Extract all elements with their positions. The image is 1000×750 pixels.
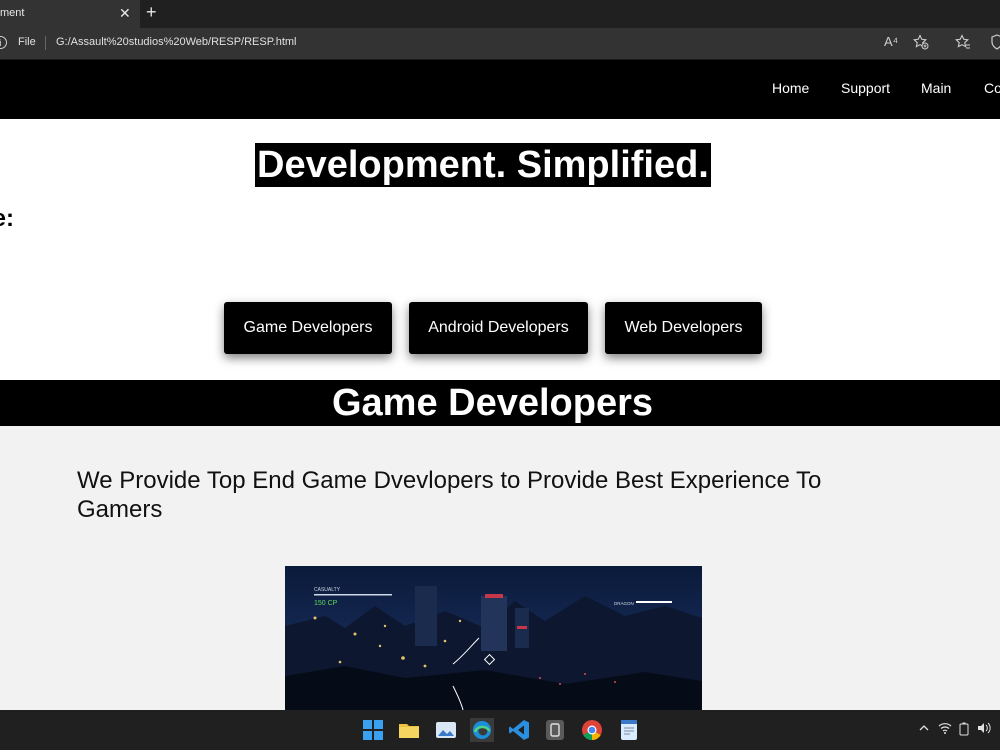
notepad-icon[interactable] bbox=[617, 718, 641, 742]
favorite-add-icon[interactable] bbox=[912, 34, 929, 53]
section-description: We Provide Top End Game Dvevlopers to Pr… bbox=[77, 467, 822, 523]
tab-title: ment bbox=[0, 7, 25, 19]
hud-label: CASUALTY bbox=[314, 587, 341, 593]
game-developers-button[interactable]: Game Developers bbox=[224, 302, 392, 354]
chrome-icon[interactable] bbox=[580, 718, 604, 742]
photos-icon[interactable] bbox=[434, 718, 458, 742]
address-bar: i File G:/Assault%20studios%20Web/RESP/R… bbox=[0, 28, 1000, 60]
browser-tab-strip: ment ✕ + bbox=[0, 0, 1000, 28]
volume-icon[interactable] bbox=[977, 722, 991, 737]
new-tab-icon[interactable]: + bbox=[146, 2, 157, 23]
file-protocol-label: File bbox=[18, 36, 36, 48]
shield-icon[interactable] bbox=[991, 34, 1000, 53]
windows-taskbar bbox=[0, 710, 1000, 750]
hero-title: Development. Simplified. bbox=[255, 143, 711, 187]
battery-icon[interactable] bbox=[959, 722, 969, 739]
favorites-icon[interactable] bbox=[954, 34, 971, 53]
windows-start-icon[interactable] bbox=[361, 718, 385, 742]
chevron-up-icon[interactable] bbox=[919, 722, 929, 736]
read-aloud-icon[interactable]: A⁴ bbox=[884, 34, 898, 49]
terminal-icon[interactable] bbox=[543, 718, 567, 742]
site-navbar: Home Support Main Co bbox=[0, 60, 1000, 119]
nav-home[interactable]: Home bbox=[772, 80, 809, 96]
nav-contact[interactable]: Co bbox=[984, 80, 1000, 96]
info-icon[interactable]: i bbox=[0, 36, 7, 49]
vscode-icon[interactable] bbox=[507, 718, 531, 742]
url-field[interactable]: G:/Assault%20studios%20Web/RESP/RESP.htm… bbox=[56, 36, 297, 48]
target-label: DRAGON bbox=[614, 601, 634, 606]
game-developers-section: We Provide Top End Game Dvevlopers to Pr… bbox=[0, 426, 1000, 710]
hero-section: Development. Simplified. vide: Game Deve… bbox=[0, 119, 1000, 380]
nav-main[interactable]: Main bbox=[921, 80, 951, 96]
hero-subtitle: vide: bbox=[0, 205, 15, 232]
wifi-icon[interactable] bbox=[938, 722, 952, 737]
android-developers-button[interactable]: Android Developers bbox=[409, 302, 588, 354]
close-tab-icon[interactable]: ✕ bbox=[119, 5, 131, 22]
address-separator bbox=[45, 36, 46, 50]
browser-tab[interactable]: ment ✕ bbox=[0, 0, 140, 28]
web-developers-button[interactable]: Web Developers bbox=[605, 302, 762, 354]
file-explorer-icon[interactable] bbox=[397, 718, 421, 742]
section-title: Game Developers bbox=[331, 382, 654, 424]
game-screenshot-image: CASUALTY 150 CP DRAGON bbox=[285, 566, 702, 710]
section-header: Game Developers bbox=[0, 380, 1000, 426]
nav-support[interactable]: Support bbox=[841, 80, 890, 96]
edge-icon[interactable] bbox=[466, 714, 498, 746]
hud-value: 150 CP bbox=[314, 600, 338, 607]
